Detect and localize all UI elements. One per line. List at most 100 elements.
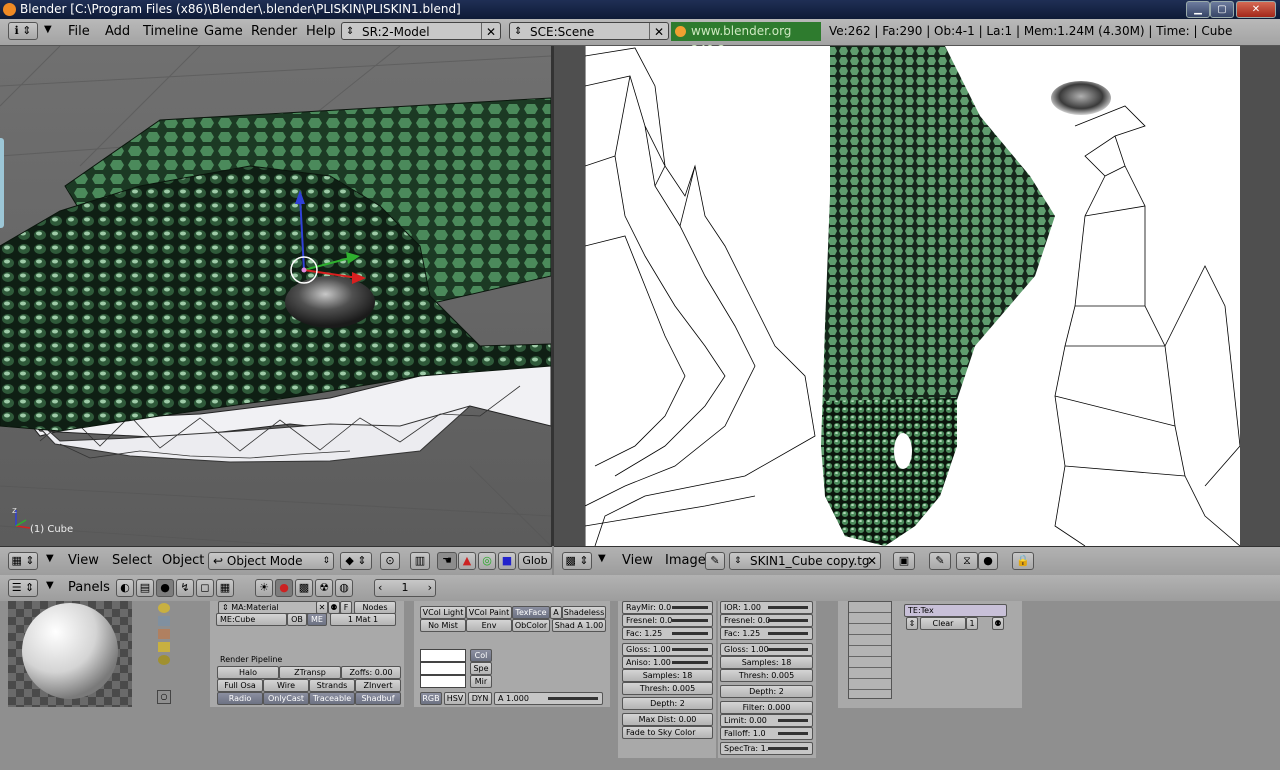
material-name[interactable]: MA:Material	[231, 603, 278, 612]
editor-type-buttons-icon[interactable]: ☰ ⇕	[8, 579, 38, 597]
uv-image-canvas[interactable]	[584, 46, 1241, 546]
image-selector[interactable]: ⇕ SKIN1_Cube copy.tg ✕	[729, 552, 881, 570]
scene-browse-icon[interactable]: ⇕	[514, 23, 522, 41]
onlycast-button[interactable]: OnlyCast	[263, 692, 309, 705]
strands-button[interactable]: Strands	[309, 679, 355, 692]
translate-manipulator-icon[interactable]: ▲	[458, 552, 476, 570]
image-browse-icon[interactable]: ⇕	[734, 553, 742, 569]
vcol-paint-button[interactable]: VCol Paint	[466, 606, 512, 619]
traceable-button[interactable]: Traceable	[309, 692, 355, 705]
falloff-slider[interactable]: Falloff: 1.0	[720, 727, 813, 740]
texture-browse-icon[interactable]: ⇕	[906, 617, 918, 630]
texture-users-count[interactable]: 1	[966, 617, 978, 630]
transp-fresnel-slider[interactable]: Fresnel: 0.0	[720, 614, 813, 627]
collapse-menu-arrow-icon[interactable]: ▼	[44, 24, 52, 35]
clear-texture-button[interactable]: Clear	[920, 617, 966, 630]
collapse-header-arrow-icon[interactable]: ▼	[46, 553, 54, 564]
screen-name[interactable]: SR:2-Model	[362, 25, 430, 39]
pin-icon[interactable]: ✎	[705, 552, 725, 570]
menu-timeline[interactable]: Timeline	[143, 24, 198, 39]
vcol-light-button[interactable]: VCol Light	[420, 606, 466, 619]
minimize-button[interactable]: ▁	[1186, 1, 1210, 18]
alpha-slider[interactable]: A 1.000	[494, 692, 603, 705]
scene-selector[interactable]: ⇕ SCE:Scene ✕	[509, 22, 669, 40]
draw-type-icon[interactable]: ◆ ⇕	[340, 552, 372, 570]
transp-thresh-field[interactable]: Thresh: 0.005	[720, 669, 813, 682]
link-mesh-button[interactable]: ME	[307, 613, 327, 626]
shading-context-icon[interactable]: ●	[156, 579, 174, 597]
shadeless-button[interactable]: Shadeless	[562, 606, 606, 619]
mirror-samples-field[interactable]: Samples: 18	[622, 669, 713, 682]
filter-field[interactable]: Filter: 0.000	[720, 701, 813, 714]
editing-context-icon[interactable]: ◻	[196, 579, 214, 597]
sticky-select-icon[interactable]: ●	[978, 552, 998, 570]
transp-depth-field[interactable]: Depth: 2	[720, 685, 813, 698]
mode-selector[interactable]: ↩ Object Mode ⇕	[208, 552, 334, 570]
uv-layout-render[interactable]	[584, 46, 1241, 546]
menu-add[interactable]: Add	[105, 24, 130, 39]
menu-image[interactable]: Image	[665, 553, 706, 568]
mir-button[interactable]: Mir	[470, 675, 492, 688]
link-object-button[interactable]: OB	[287, 613, 307, 626]
material-buttons-icon[interactable]: ●	[275, 579, 293, 597]
pivot-icon[interactable]: ⊙	[380, 552, 400, 570]
mirror-color-swatch[interactable]	[420, 675, 466, 688]
delete-screen-icon[interactable]: ✕	[481, 23, 500, 39]
mesh-field[interactable]: ME:Cube	[216, 613, 287, 626]
scene-context-icon[interactable]: ▦	[216, 579, 234, 597]
menu-view-image[interactable]: View	[622, 553, 653, 568]
clear-image-icon[interactable]: ✕	[867, 553, 877, 569]
transp-fac-slider[interactable]: Fac: 1.25	[720, 627, 813, 640]
snap-grid-icon[interactable]: ▥	[410, 552, 430, 570]
shadbuf-button[interactable]: Shadbuf	[355, 692, 401, 705]
mode-label[interactable]: Object Mode	[227, 554, 303, 568]
3d-scene-render[interactable]	[0, 46, 551, 546]
preview-render-icon[interactable]: ○	[157, 690, 171, 704]
limit-slider[interactable]: Limit: 0.00	[720, 714, 813, 727]
env-button[interactable]: Env	[466, 619, 512, 632]
preview-sphere-icon[interactable]	[158, 603, 170, 613]
collapse-image-header-icon[interactable]: ▼	[598, 553, 606, 564]
obcolor-button[interactable]: ObColor	[512, 619, 550, 632]
editor-type-image-icon[interactable]: ▩ ⇕	[562, 552, 592, 570]
ztransp-button[interactable]: ZTransp	[279, 666, 341, 679]
spe-button[interactable]: Spe	[470, 662, 492, 675]
image-name[interactable]: SKIN1_Cube copy.tg	[750, 554, 870, 568]
fade-to-selector[interactable]: Fade to Sky Color	[622, 726, 713, 739]
menu-render[interactable]: Render	[251, 24, 297, 39]
frame-number[interactable]: 1	[402, 581, 409, 594]
menu-help[interactable]: Help	[306, 24, 336, 39]
dyn-button[interactable]: DYN	[468, 692, 492, 705]
menu-view-3d[interactable]: View	[68, 553, 99, 568]
zoffs-field[interactable]: Zoffs: 0.00	[341, 666, 401, 679]
manipulator-hand-icon[interactable]: ☚	[437, 552, 457, 570]
transp-samples-field[interactable]: Samples: 18	[720, 656, 813, 669]
menu-file[interactable]: File	[68, 24, 90, 39]
preview-cube-icon[interactable]	[158, 616, 170, 626]
restore-button[interactable]: ▢	[1210, 1, 1234, 18]
world-buttons-icon[interactable]: ◍	[335, 579, 353, 597]
texface-alpha-button[interactable]: A	[550, 606, 562, 619]
hsv-button[interactable]: HSV	[444, 692, 466, 705]
col-button[interactable]: Col	[470, 649, 492, 662]
object-context-icon[interactable]: ↯	[176, 579, 194, 597]
logic-context-icon[interactable]: ◐	[116, 579, 134, 597]
menu-game[interactable]: Game	[204, 24, 243, 39]
frame-number-field[interactable]: ‹ 1 ›	[374, 579, 436, 597]
transp-gloss-slider[interactable]: Gloss: 1.00	[720, 643, 813, 656]
wire-button[interactable]: Wire	[263, 679, 309, 692]
max-dist-field[interactable]: Max Dist: 0.00	[622, 713, 713, 726]
preview-monkey-icon[interactable]	[158, 629, 170, 639]
raymir-slider[interactable]: RayMir: 0.0	[622, 601, 713, 614]
mirror-depth-field[interactable]: Depth: 2	[622, 697, 713, 710]
mirror-fac-slider[interactable]: Fac: 1.25	[622, 627, 713, 640]
lock-icon[interactable]: 🔒	[1012, 552, 1034, 570]
no-mist-button[interactable]: No Mist	[420, 619, 466, 632]
lamp-buttons-icon[interactable]: ☀	[255, 579, 273, 597]
radio-button[interactable]: Radio	[217, 692, 263, 705]
scene-name[interactable]: SCE:Scene	[530, 25, 594, 39]
zinvert-button[interactable]: ZInvert	[355, 679, 401, 692]
mirror-fresnel-slider[interactable]: Fresnel: 0.0	[622, 614, 713, 627]
frame-decrement-icon[interactable]: ‹	[378, 580, 382, 596]
mode-dropdown-icon[interactable]: ⇕	[322, 553, 330, 569]
